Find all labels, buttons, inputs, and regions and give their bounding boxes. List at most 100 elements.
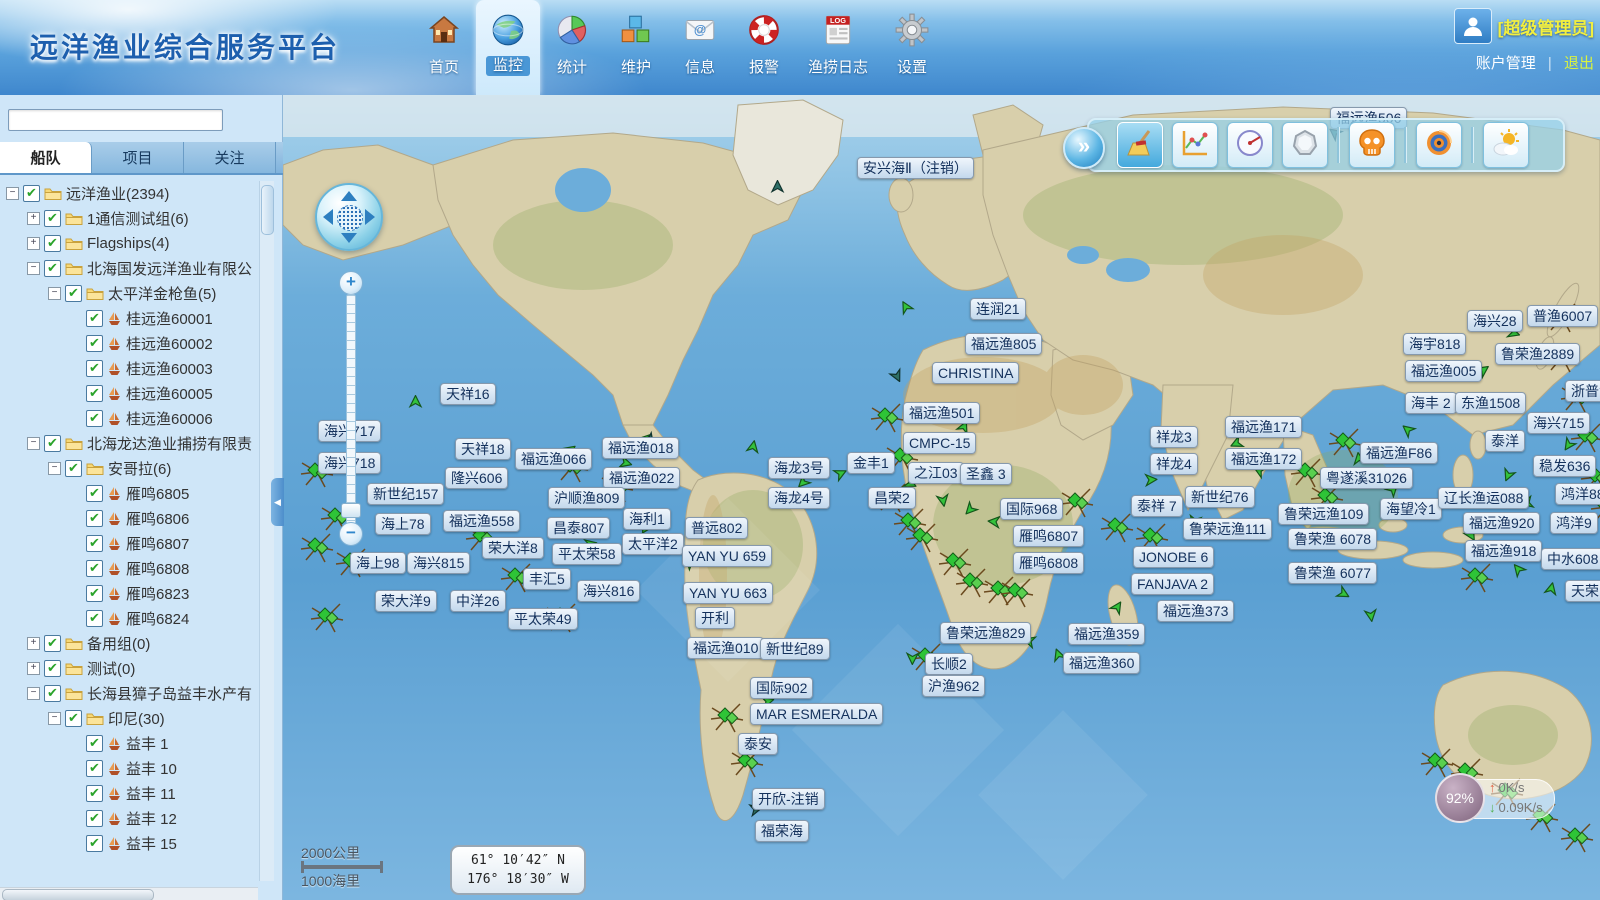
track-chart-button[interactable] bbox=[1172, 122, 1218, 168]
tree-item[interactable]: ✔桂远渔60001 bbox=[0, 306, 258, 331]
tree-item[interactable]: ✔桂远渔60003 bbox=[0, 356, 258, 381]
tree-item[interactable]: −✔太平洋金枪鱼(5) bbox=[0, 281, 258, 306]
vessel-label[interactable]: 新世纪157 bbox=[367, 483, 444, 505]
scrollbar-thumb[interactable] bbox=[2, 889, 154, 900]
vessel-label[interactable]: 鸿洋9 bbox=[1550, 512, 1598, 534]
vessel-label[interactable]: 福远渔171 bbox=[1225, 416, 1302, 438]
vessel-label[interactable]: 天祥18 bbox=[455, 438, 511, 460]
weather-button[interactable] bbox=[1483, 122, 1529, 168]
checkbox[interactable]: ✔ bbox=[44, 235, 61, 252]
vessel-label[interactable]: 鸿洋88 bbox=[1555, 483, 1600, 505]
vessel-label[interactable]: 海兴715 bbox=[1527, 412, 1590, 434]
vessel-cluster-marker[interactable] bbox=[300, 530, 334, 569]
tree-item[interactable]: ✔雁鸣6807 bbox=[0, 531, 258, 556]
vessel-label[interactable]: 福远渔172 bbox=[1225, 448, 1302, 470]
vessel-label[interactable]: 福远渔010 bbox=[687, 637, 764, 659]
vessel-label[interactable]: 福远渔501 bbox=[903, 402, 980, 424]
expand-plus-icon[interactable]: + bbox=[27, 637, 40, 650]
vessel-label[interactable]: 雁鸣6808 bbox=[1013, 552, 1084, 574]
vessel-label[interactable]: 中洋26 bbox=[450, 590, 506, 612]
vessel-label[interactable]: 祥龙4 bbox=[1150, 453, 1198, 475]
checkbox[interactable]: ✔ bbox=[86, 560, 103, 577]
vessel-label[interactable]: 泰洋 bbox=[1485, 430, 1525, 452]
vessel-label[interactable]: 金丰1 bbox=[847, 452, 895, 474]
vessel-label[interactable]: 海龙4号 bbox=[768, 487, 830, 509]
vessel-label[interactable]: 福远渔373 bbox=[1157, 600, 1234, 622]
vessel-label[interactable]: 安兴海Ⅱ（注销） bbox=[857, 157, 974, 179]
tree-item[interactable]: −✔印尼(30) bbox=[0, 706, 258, 731]
vessel-label[interactable]: 稳发636 bbox=[1533, 455, 1596, 477]
collapse-minus-icon[interactable]: − bbox=[48, 712, 61, 725]
vessel-label[interactable]: 之江03 bbox=[908, 462, 964, 484]
vessel-label[interactable]: 沪渔962 bbox=[922, 675, 985, 697]
vessel-label[interactable]: 鲁荣渔 6078 bbox=[1288, 528, 1377, 550]
checkbox[interactable]: ✔ bbox=[86, 810, 103, 827]
checkbox[interactable]: ✔ bbox=[86, 760, 103, 777]
vessel-label[interactable]: 福荣海 bbox=[755, 820, 809, 842]
vessel-label[interactable]: MAR ESMERALDA bbox=[750, 703, 883, 725]
vessel-ship-marker-inactive[interactable] bbox=[770, 180, 785, 200]
pan-up-arrow[interactable] bbox=[341, 191, 357, 201]
vessel-label[interactable]: 国际902 bbox=[750, 677, 813, 699]
vessel-label[interactable]: CMPC-15 bbox=[903, 432, 976, 454]
account-management-link[interactable]: 账户管理 bbox=[1476, 55, 1536, 72]
checkbox[interactable]: ✔ bbox=[86, 360, 103, 377]
nav-item-fishlog[interactable]: LOG渔捞日志 bbox=[796, 0, 880, 95]
vessel-ship-marker[interactable] bbox=[408, 395, 423, 415]
checkbox[interactable]: ✔ bbox=[86, 385, 103, 402]
checkbox[interactable]: ✔ bbox=[86, 785, 103, 802]
vessel-label[interactable]: 隆兴606 bbox=[445, 467, 508, 489]
vessel-label[interactable]: 东渔1508 bbox=[1455, 392, 1526, 414]
tree-horizontal-scrollbar[interactable] bbox=[0, 887, 258, 900]
vessel-label[interactable]: 福远渔918 bbox=[1465, 540, 1542, 562]
vessel-label[interactable]: 国际968 bbox=[1000, 498, 1063, 520]
vessel-label[interactable]: 福远渔558 bbox=[443, 510, 520, 532]
vessel-label[interactable]: FANJAVA 2 bbox=[1131, 573, 1214, 595]
tree-item[interactable]: ✔益丰 10 bbox=[0, 756, 258, 781]
checkbox[interactable]: ✔ bbox=[65, 460, 82, 477]
checkbox[interactable]: ✔ bbox=[86, 510, 103, 527]
pan-down-arrow[interactable] bbox=[341, 233, 357, 243]
checkbox[interactable]: ✔ bbox=[86, 310, 103, 327]
tree-item[interactable]: ✔桂远渔60006 bbox=[0, 406, 258, 431]
nav-item-settings[interactable]: 设置 bbox=[880, 0, 944, 95]
vessel-label[interactable]: 天祥16 bbox=[440, 383, 496, 405]
vessel-label[interactable]: 圣鑫 3 bbox=[960, 463, 1012, 485]
vessel-label[interactable]: CHRISTINA bbox=[932, 362, 1019, 384]
collapse-minus-icon[interactable]: − bbox=[27, 437, 40, 450]
vessel-ship-marker[interactable] bbox=[1362, 601, 1380, 623]
collapse-minus-icon[interactable]: − bbox=[48, 462, 61, 475]
vessel-label[interactable]: YAN YU 663 bbox=[683, 582, 773, 604]
vessel-label[interactable]: 昌泰807 bbox=[547, 517, 610, 539]
typhoon-button[interactable] bbox=[1416, 122, 1462, 168]
vessel-label[interactable]: 荣大洋9 bbox=[375, 590, 437, 612]
checkbox[interactable]: ✔ bbox=[44, 435, 61, 452]
vessel-label[interactable]: 福远渔005 bbox=[1405, 360, 1482, 382]
checkbox[interactable]: ✔ bbox=[86, 535, 103, 552]
vessel-label[interactable]: 福远渔066 bbox=[515, 448, 592, 470]
checkbox[interactable]: ✔ bbox=[86, 485, 103, 502]
nav-item-stats[interactable]: 统计 bbox=[540, 0, 604, 95]
vessel-ship-marker[interactable] bbox=[905, 645, 920, 665]
vessel-label[interactable]: 海兴816 bbox=[577, 580, 640, 602]
tree-item[interactable]: ✔雁鸣6824 bbox=[0, 606, 258, 631]
tree-item[interactable]: −✔北海国发远洋渔业有限公 bbox=[0, 256, 258, 281]
pan-center-globe-icon[interactable] bbox=[337, 205, 363, 231]
checkbox[interactable]: ✔ bbox=[23, 185, 40, 202]
tree-item[interactable]: ✔益丰 1 bbox=[0, 731, 258, 756]
vessel-label[interactable]: 昌荣2 bbox=[868, 487, 916, 509]
pan-right-arrow[interactable] bbox=[365, 209, 375, 225]
vessel-label[interactable]: 海宇818 bbox=[1403, 333, 1466, 355]
nav-item-maintain[interactable]: 维护 bbox=[604, 0, 668, 95]
vessel-label[interactable]: 雁鸣6807 bbox=[1013, 525, 1084, 547]
checkbox[interactable]: ✔ bbox=[86, 335, 103, 352]
checkbox[interactable]: ✔ bbox=[44, 635, 61, 652]
vessel-label[interactable]: 海龙3号 bbox=[768, 457, 830, 479]
vessel-label[interactable]: 鲁荣渔 6077 bbox=[1288, 562, 1377, 584]
vessel-label[interactable]: 福远渔018 bbox=[602, 437, 679, 459]
zoom-slider-track[interactable] bbox=[346, 294, 356, 528]
vessel-label[interactable]: 福远渔920 bbox=[1463, 512, 1540, 534]
clear-tracks-button[interactable] bbox=[1117, 122, 1163, 168]
tree-item[interactable]: ✔雁鸣6823 bbox=[0, 581, 258, 606]
vessel-label[interactable]: 海望冷1 bbox=[1380, 498, 1442, 520]
